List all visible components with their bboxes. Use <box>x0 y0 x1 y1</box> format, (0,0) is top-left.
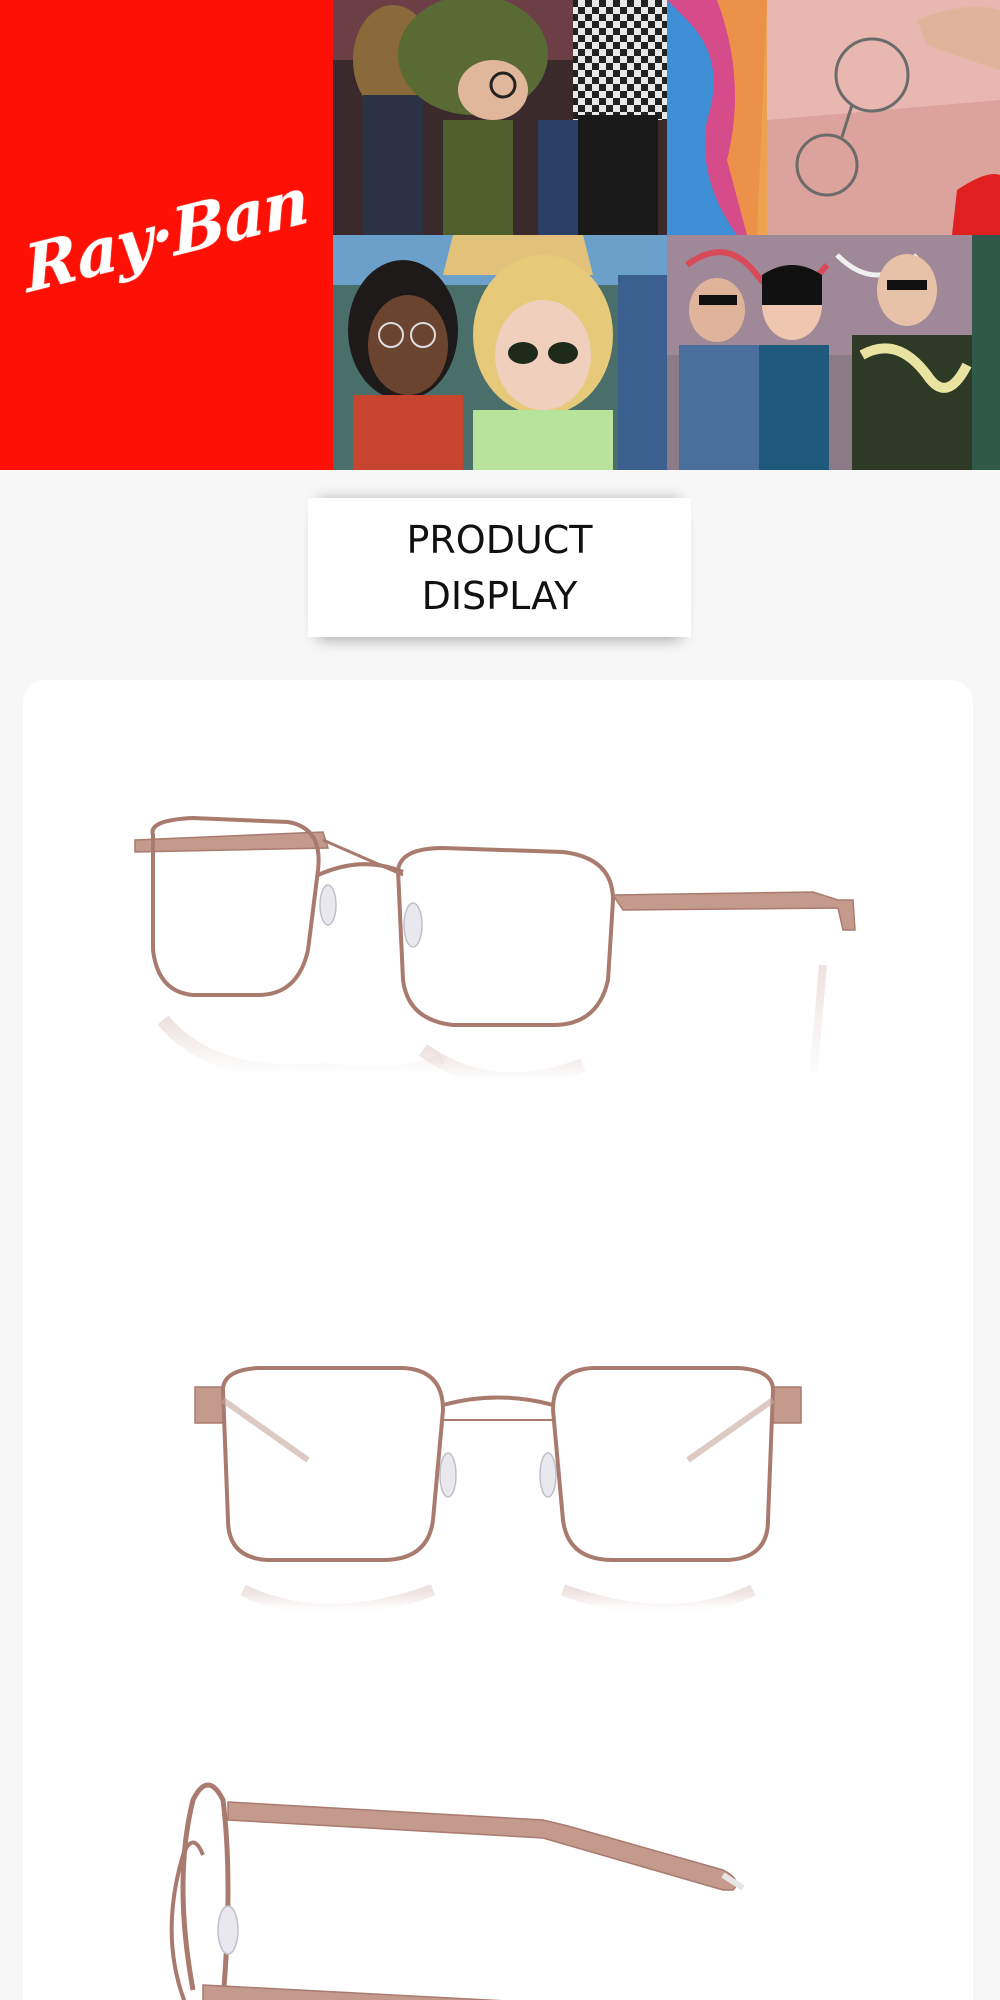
dropped-glasses-photo <box>667 0 1000 235</box>
product-image-side[interactable] <box>23 1760 973 2000</box>
product-page: Ray·Ban PRODUCT DISPLAY <box>0 0 1000 2000</box>
brand-logo: Ray·Ban <box>21 162 312 308</box>
product-image-three-quarter[interactable] <box>23 780 973 1140</box>
product-card <box>23 680 973 2000</box>
hero-banner: Ray·Ban <box>0 0 1000 470</box>
section-heading-text: PRODUCT DISPLAY <box>406 517 593 618</box>
friends-selfie-photo <box>333 235 667 470</box>
brand-tile: Ray·Ban <box>0 0 333 470</box>
party-crowd-photo <box>333 0 667 235</box>
graffiti-wall-group-photo <box>667 235 1000 470</box>
product-image-front[interactable] <box>23 1290 973 1650</box>
section-heading: PRODUCT DISPLAY <box>308 498 691 637</box>
